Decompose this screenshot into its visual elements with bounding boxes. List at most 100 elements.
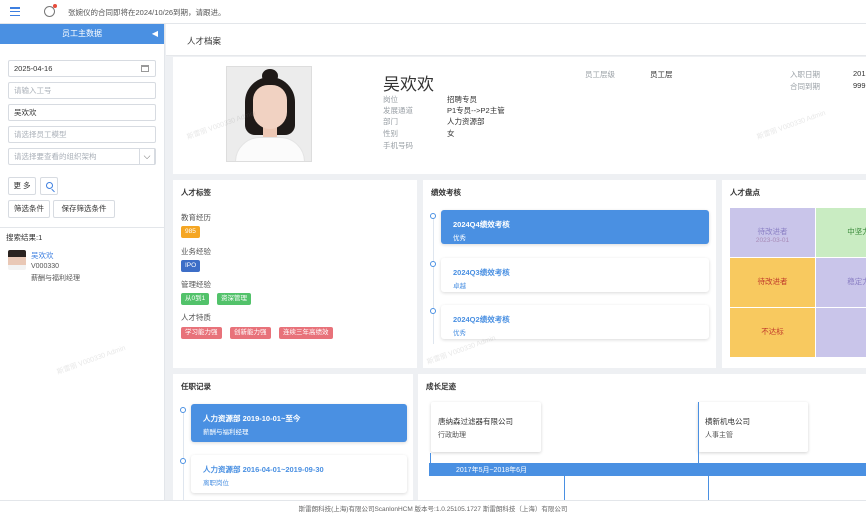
employee-name: 吴欢欢	[383, 70, 434, 95]
item-title: 2024Q4绩效考核	[453, 219, 510, 230]
tag: 学习能力强	[181, 327, 222, 339]
divider	[0, 227, 164, 228]
page-title: 人才档案	[187, 35, 221, 47]
item-title: 人力资源部 2019-10-01~至今	[203, 413, 300, 424]
calendar-icon[interactable]	[141, 65, 149, 72]
save-filter-button[interactable]: 保存筛选条件	[53, 200, 115, 218]
growth-box[interactable]: 横新机电公司 人事主管	[698, 402, 808, 452]
company-name: 横新机电公司	[705, 416, 750, 427]
grid-cell[interactable]: 稳定力	[816, 258, 866, 307]
footer: 斯雷朗科技(上海)有限公司ScanlonHCM 版本号:1.0.25105.17…	[0, 500, 866, 518]
card-title: 绩效考核	[431, 187, 461, 198]
performance-card: 绩效考核 2024Q4绩效考核 优秀 2024Q3绩效考核 卓越 2024Q2绩…	[423, 180, 716, 368]
item-result: 优秀	[453, 232, 466, 242]
name-input[interactable]: 吴欢欢	[8, 104, 156, 121]
item-title: 2024Q3绩效考核	[453, 267, 510, 278]
avatar[interactable]	[8, 250, 26, 270]
growth-box[interactable]: 唐纳森过滤器有限公司 行政助理	[431, 402, 541, 452]
tag: 从0到1	[181, 293, 209, 305]
tag-group-label: 人才特质	[181, 312, 211, 323]
talent-tags-card: 人才标签 教育经历 985 业务经验 IPO 管理经验 从0到1 资深管理 人才…	[173, 180, 417, 368]
contract-value: 999	[853, 81, 866, 90]
card-title: 成长足迹	[426, 381, 456, 392]
bell-icon[interactable]	[44, 6, 55, 17]
field-value: 招聘专员	[447, 94, 477, 105]
item-sub: 薪酬与福利经理	[203, 426, 249, 436]
grid-cell[interactable]: 不达标	[730, 308, 815, 357]
result-name-link[interactable]: 吴欢欢	[31, 250, 54, 261]
timeline-dot	[430, 261, 436, 267]
model-select[interactable]: 请选择员工模型	[8, 126, 156, 143]
cell-label: 稳定力	[816, 276, 866, 287]
performance-item[interactable]: 2024Q3绩效考核 卓越	[441, 258, 709, 292]
org-select[interactable]: 请选择要查看的组织架构 ⌵	[8, 148, 156, 165]
cell-label: 不达标	[730, 326, 815, 337]
item-result: 卓越	[453, 280, 466, 290]
hire-date-label: 入职日期	[790, 69, 820, 80]
cell-date: 2023-03-01	[730, 237, 815, 244]
timeline-dot	[430, 213, 436, 219]
employee-no-input[interactable]: 请输入工号	[8, 82, 156, 99]
talent-review-card: 人才盘点 待改进者 2023-03-01 中坚力 待改进者 稳定力 不达标	[722, 180, 866, 368]
cell-label: 中坚力	[816, 226, 866, 237]
field-value: 人力资源部	[447, 116, 485, 127]
chevron-down-icon[interactable]: ⌵	[139, 148, 155, 165]
card-title: 人才标签	[181, 187, 211, 198]
performance-item[interactable]: 2024Q2绩效考核 优秀	[441, 305, 709, 339]
page-header: 人才档案	[166, 24, 866, 56]
grid-cell[interactable]	[816, 308, 866, 357]
item-sub: 离职岗位	[203, 477, 229, 487]
top-bar: 张婉仪的合同即将在2024/10/26到期，请跟进。	[0, 0, 866, 24]
cell-label: 待改进者	[730, 226, 815, 237]
result-count: 搜索结果:1	[6, 232, 42, 243]
field-label: 性别	[383, 128, 398, 139]
grid-cell[interactable]: 待改进者 2023-03-01	[730, 208, 815, 257]
card-title: 人才盘点	[730, 187, 760, 198]
field-label: 手机号码	[383, 140, 413, 151]
level-value: 员工层	[650, 69, 673, 80]
field-label: 岗位	[383, 94, 398, 105]
career-record-card: 任职记录 人力资源部 2019-10-01~至今 薪酬与福利经理 人力资源部 2…	[173, 374, 413, 500]
menu-icon[interactable]	[10, 7, 20, 16]
field-value: 女	[447, 128, 455, 139]
career-item[interactable]: 人力资源部 2019-10-01~至今 薪酬与福利经理	[191, 404, 407, 442]
collapse-icon[interactable]: ◀	[152, 24, 158, 44]
career-item[interactable]: 人力资源部 2016-04-01~2019-09-30 离职岗位	[191, 455, 407, 493]
filter-button[interactable]: 筛选条件	[8, 200, 50, 218]
notice-text: 张婉仪的合同即将在2024/10/26到期，请跟进。	[68, 7, 226, 18]
tag: 985	[181, 226, 200, 238]
search-button[interactable]	[40, 177, 58, 195]
role-name: 行政助理	[438, 430, 466, 440]
date-input[interactable]: 2025-04-16	[8, 60, 156, 77]
field-value: P1专员-->P2主管	[447, 105, 505, 116]
growth-period: 2017年5月~2018年6月	[456, 465, 527, 475]
profile-card: 吴欢欢 岗位 招聘专员 发展通道 P1专员-->P2主管 部门 人力资源部 性别…	[173, 57, 866, 174]
tag-group-label: 管理经验	[181, 279, 211, 290]
grid-cell[interactable]: 中坚力	[816, 208, 866, 257]
tag: 连续三年高绩效	[279, 327, 333, 339]
field-label: 发展通道	[383, 105, 413, 116]
more-button[interactable]: 更 多	[8, 177, 36, 195]
item-title: 2024Q2绩效考核	[453, 314, 510, 325]
timeline-dot	[180, 458, 186, 464]
contract-label: 合同到期	[790, 81, 820, 92]
tag-group-label: 业务经验	[181, 246, 211, 257]
role-name: 人事主管	[705, 430, 733, 440]
cell-label: 待改进者	[730, 276, 815, 287]
hire-date-value: 201	[853, 69, 866, 78]
card-title: 任职记录	[181, 381, 211, 392]
panel-header: 员工主数据 ◀	[0, 24, 164, 44]
org-placeholder: 请选择要查看的组织架构	[14, 152, 97, 161]
grid-cell[interactable]: 待改进者	[730, 258, 815, 307]
item-title: 人力资源部 2016-04-01~2019-09-30	[203, 464, 324, 475]
employee-search-panel: 员工主数据 ◀ 2025-04-16 请输入工号 吴欢欢 请选择员工模型 请选择…	[0, 24, 165, 500]
result-id: V000330	[31, 263, 59, 270]
growth-path-card: 成长足迹 唐纳森过滤器有限公司 行政助理 横新机电公司 人事主管	[418, 374, 866, 500]
timeline-dot	[430, 308, 436, 314]
performance-item[interactable]: 2024Q4绩效考核 优秀	[441, 210, 709, 244]
panel-title: 员工主数据	[62, 29, 102, 38]
field-label: 部门	[383, 116, 398, 127]
result-dept: 薪酬与福利经理	[31, 273, 80, 283]
item-result: 优秀	[453, 327, 466, 337]
tag: 创新能力强	[230, 327, 271, 339]
